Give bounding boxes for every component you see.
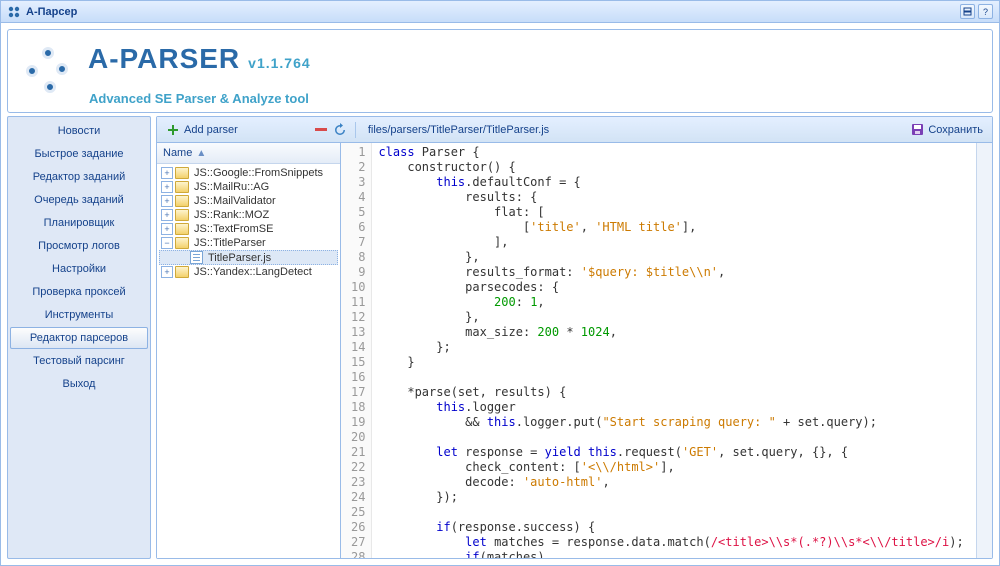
folder-icon bbox=[175, 181, 189, 193]
main-panel: Add parser files/parsers/TitleParser/Tit… bbox=[156, 116, 993, 559]
version-text: v1.1.764 bbox=[248, 49, 311, 77]
file-path: files/parsers/TitleParser/TitleParser.js bbox=[364, 124, 900, 136]
tree-folder[interactable]: +JS::Google::FromSnippets bbox=[159, 166, 338, 180]
tree-body: +JS::Google::FromSnippets+JS::MailRu::AG… bbox=[157, 164, 340, 558]
expand-icon[interactable]: + bbox=[161, 167, 173, 179]
sidebar-item-2[interactable]: Редактор заданий bbox=[10, 166, 148, 188]
app-icon bbox=[7, 5, 21, 19]
sidebar-item-11[interactable]: Выход bbox=[10, 373, 148, 395]
scrollbar[interactable] bbox=[976, 143, 992, 558]
tree-folder[interactable]: +JS::MailRu::AG bbox=[159, 180, 338, 194]
tree-folder[interactable]: +JS::Rank::MOZ bbox=[159, 208, 338, 222]
folder-icon bbox=[175, 266, 189, 278]
sidebar-item-4[interactable]: Планировщик bbox=[10, 212, 148, 234]
sidebar-item-1[interactable]: Быстрое задание bbox=[10, 143, 148, 165]
sidebar-item-10[interactable]: Тестовый парсинг bbox=[10, 350, 148, 372]
logo-subtitle: Advanced SE Parser & Analyze tool bbox=[89, 91, 999, 106]
folder-icon bbox=[175, 223, 189, 235]
sidebar-item-3[interactable]: Очередь заданий bbox=[10, 189, 148, 211]
tree-file[interactable]: TitleParser.js bbox=[159, 250, 338, 265]
file-icon bbox=[190, 251, 203, 264]
expand-icon[interactable]: + bbox=[161, 181, 173, 193]
line-gutter: 1234567891011121314151617181920212223242… bbox=[341, 143, 372, 558]
code-area[interactable]: class Parser { constructor() { this.defa… bbox=[372, 143, 969, 558]
save-icon bbox=[910, 123, 924, 137]
save-button[interactable]: Сохранить bbox=[905, 121, 988, 139]
add-parser-button[interactable]: Add parser bbox=[161, 121, 243, 139]
minus-icon[interactable] bbox=[315, 128, 327, 132]
logo-text: A-PARSER bbox=[88, 45, 240, 73]
sidebar-item-5[interactable]: Просмотр логов bbox=[10, 235, 148, 257]
expand-icon[interactable]: + bbox=[161, 209, 173, 221]
tree-folder[interactable]: +JS::Yandex::LangDetect bbox=[159, 265, 338, 279]
tree-folder[interactable]: +JS::TextFromSE bbox=[159, 222, 338, 236]
expand-icon[interactable]: + bbox=[161, 195, 173, 207]
app-window: А-Парсер ? A-PARSER v1.1.764 Advanced SE… bbox=[0, 0, 1000, 566]
file-tree: Name ▲ +JS::Google::FromSnippets+JS::Mai… bbox=[157, 143, 341, 558]
sidebar-item-6[interactable]: Настройки bbox=[10, 258, 148, 280]
refresh-icon[interactable] bbox=[333, 123, 347, 137]
window-title: А-Парсер bbox=[26, 6, 77, 18]
folder-icon bbox=[175, 209, 189, 221]
tree-folder[interactable]: −JS::TitleParser bbox=[159, 236, 338, 250]
logo-icon bbox=[26, 45, 78, 97]
code-editor[interactable]: 1234567891011121314151617181920212223242… bbox=[341, 143, 976, 558]
sidebar-item-9[interactable]: Редактор парсеров bbox=[10, 327, 148, 349]
sidebar-item-0[interactable]: Новости bbox=[10, 120, 148, 142]
help-button[interactable]: ? bbox=[978, 4, 993, 19]
sidebar-item-7[interactable]: Проверка проксей bbox=[10, 281, 148, 303]
collapse-icon[interactable]: − bbox=[161, 237, 173, 249]
sidebar: НовостиБыстрое заданиеРедактор заданийОч… bbox=[7, 116, 151, 559]
folder-icon bbox=[175, 195, 189, 207]
svg-text:?: ? bbox=[983, 7, 988, 16]
toolbar: Add parser files/parsers/TitleParser/Tit… bbox=[157, 117, 992, 143]
sidebar-item-8[interactable]: Инструменты bbox=[10, 304, 148, 326]
tree-header[interactable]: Name ▲ bbox=[157, 143, 340, 164]
expand-button[interactable] bbox=[960, 4, 975, 19]
plus-icon bbox=[166, 123, 180, 137]
titlebar: А-Парсер ? bbox=[1, 1, 999, 23]
expand-icon[interactable]: + bbox=[161, 223, 173, 235]
expand-icon[interactable]: + bbox=[161, 266, 173, 278]
sort-asc-icon: ▲ bbox=[196, 148, 206, 159]
tree-folder[interactable]: +JS::MailValidator bbox=[159, 194, 338, 208]
folder-icon bbox=[175, 237, 189, 249]
folder-icon bbox=[175, 167, 189, 179]
